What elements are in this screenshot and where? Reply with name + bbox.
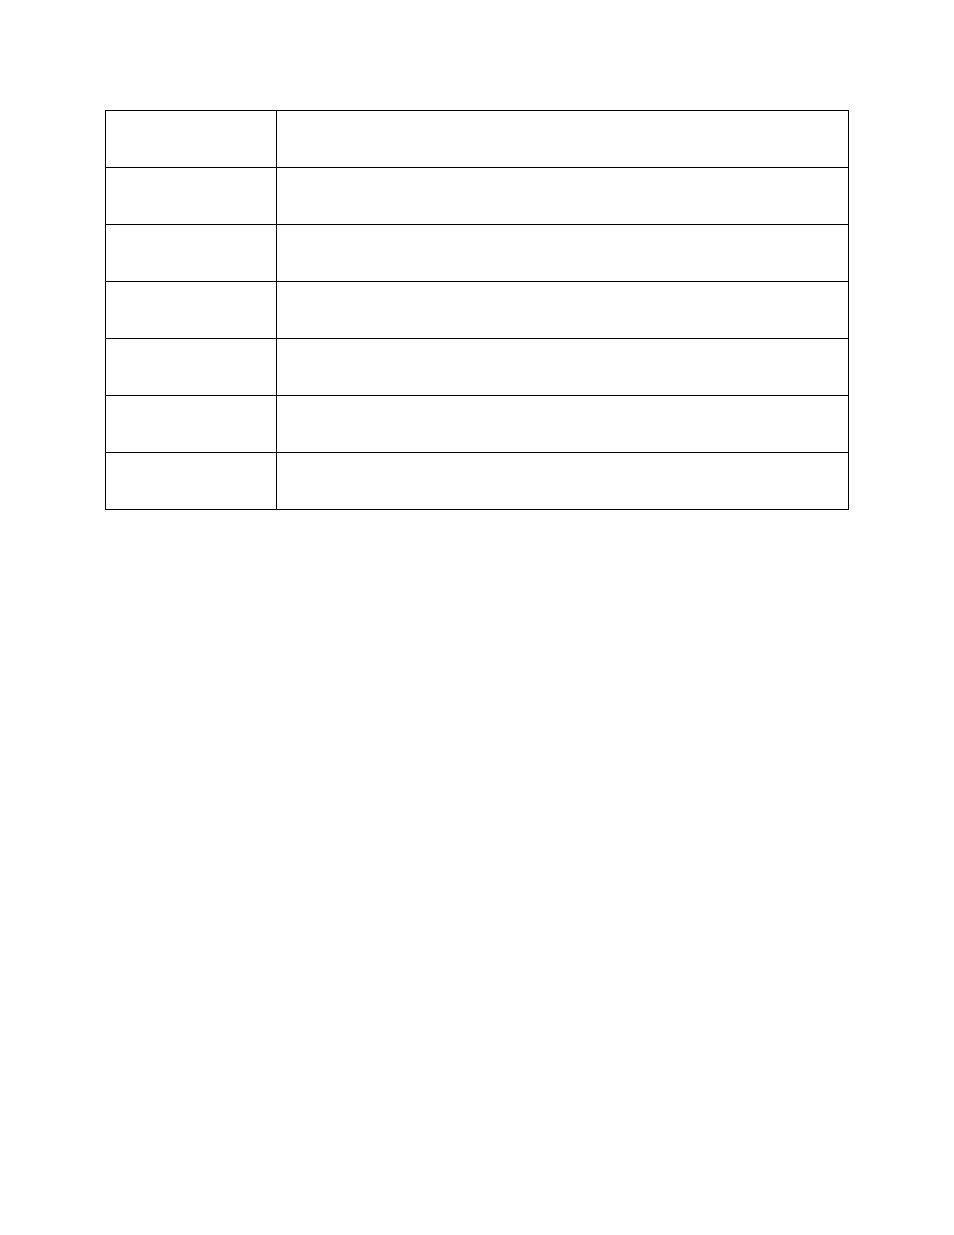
table-row bbox=[106, 396, 849, 453]
cell-label bbox=[106, 111, 277, 168]
spacer bbox=[105, 540, 849, 558]
cell-value bbox=[276, 111, 848, 168]
table-row bbox=[106, 282, 849, 339]
data-table bbox=[105, 110, 849, 510]
cell-value bbox=[276, 282, 848, 339]
cell-label bbox=[106, 282, 277, 339]
cell-label bbox=[106, 225, 277, 282]
links-section bbox=[105, 540, 849, 558]
cell-label bbox=[106, 396, 277, 453]
cell-value bbox=[276, 453, 848, 510]
table-row bbox=[106, 339, 849, 396]
cell-value bbox=[276, 225, 848, 282]
table-row bbox=[106, 111, 849, 168]
cell-label bbox=[106, 453, 277, 510]
cell-label bbox=[106, 339, 277, 396]
cell-value bbox=[276, 339, 848, 396]
table-row bbox=[106, 168, 849, 225]
document-page bbox=[0, 0, 954, 1235]
cell-value bbox=[276, 168, 848, 225]
cell-label bbox=[106, 168, 277, 225]
table-row bbox=[106, 453, 849, 510]
table-row bbox=[106, 225, 849, 282]
cell-value bbox=[276, 396, 848, 453]
